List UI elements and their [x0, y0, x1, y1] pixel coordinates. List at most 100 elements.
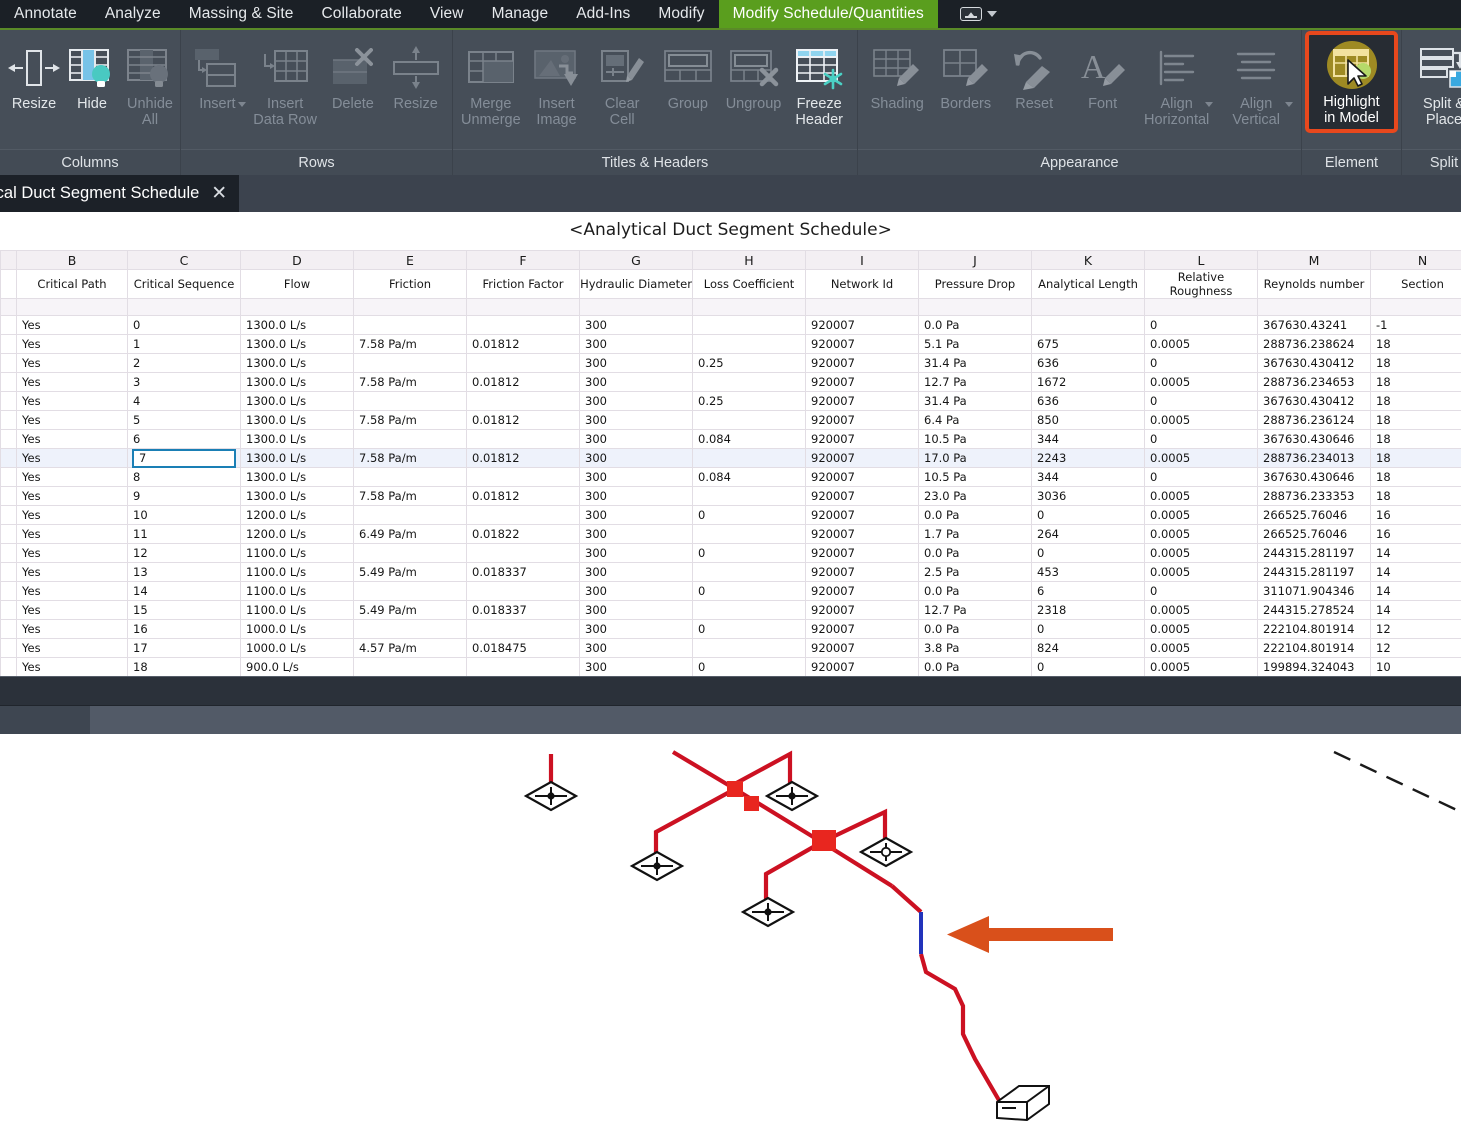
table-cell[interactable]: Yes: [16, 391, 128, 411]
active-cell-editor[interactable]: 7: [132, 448, 236, 468]
table-cell[interactable]: 2243: [1031, 448, 1145, 468]
table-cell[interactable]: [353, 315, 467, 335]
table-cell[interactable]: [0, 657, 17, 676]
table-cell[interactable]: 367630.430646: [1257, 429, 1371, 449]
table-cell[interactable]: Yes: [16, 638, 128, 658]
table-cell[interactable]: 0.018337: [466, 600, 580, 620]
table-cell[interactable]: 10: [127, 505, 241, 525]
table-cell[interactable]: [0, 600, 17, 620]
table-cell[interactable]: 17.0 Pa: [918, 448, 1032, 468]
table-cell[interactable]: 222104.801914: [1257, 638, 1371, 658]
close-icon[interactable]: ✕: [211, 184, 227, 203]
table-cell[interactable]: 920007: [805, 467, 919, 487]
table-cell[interactable]: [692, 448, 806, 468]
column-letter-a-clipped[interactable]: [0, 250, 17, 270]
table-cell[interactable]: 300: [579, 562, 693, 582]
column-letter-l[interactable]: L: [1144, 250, 1258, 270]
table-cell[interactable]: [692, 334, 806, 354]
table-cell[interactable]: 11: [127, 524, 241, 544]
table-cell[interactable]: [0, 391, 17, 411]
table-cell[interactable]: 344: [1031, 429, 1145, 449]
table-cell[interactable]: 18: [1370, 429, 1461, 449]
table-cell[interactable]: 300: [579, 372, 693, 392]
table-cell[interactable]: 18: [127, 657, 241, 676]
table-cell[interactable]: 920007: [805, 600, 919, 620]
table-cell[interactable]: 1300.0 L/s: [240, 467, 354, 487]
table-cell[interactable]: 0.0005: [1144, 543, 1258, 563]
table-cell[interactable]: 31.4 Pa: [918, 391, 1032, 411]
column-header-friction-factor[interactable]: Friction Factor: [466, 269, 580, 299]
column-letter-h[interactable]: H: [692, 250, 806, 270]
table-cell[interactable]: 920007: [805, 410, 919, 430]
column-letter-f[interactable]: F: [466, 250, 580, 270]
column-letter-b[interactable]: B: [16, 250, 128, 270]
column-header-flow[interactable]: Flow: [240, 269, 354, 299]
table-cell[interactable]: Yes: [16, 372, 128, 392]
table-cell[interactable]: 0: [127, 315, 241, 335]
table-cell[interactable]: 12.7 Pa: [918, 372, 1032, 392]
table-cell[interactable]: 0: [692, 657, 806, 676]
table-cell[interactable]: 1200.0 L/s: [240, 505, 354, 525]
table-cell[interactable]: 300: [579, 581, 693, 601]
table-cell[interactable]: 18: [1370, 467, 1461, 487]
table-cell[interactable]: 300: [579, 486, 693, 506]
column-letter-j[interactable]: J: [918, 250, 1032, 270]
table-cell[interactable]: [353, 543, 467, 563]
column-letter-k[interactable]: K: [1031, 250, 1145, 270]
table-cell[interactable]: [466, 505, 580, 525]
table-cell[interactable]: Yes: [16, 581, 128, 601]
split-and-place-button[interactable]: Split & Place: [1408, 36, 1461, 132]
table-row[interactable]: Yes 3 1300.0 L/s 7.58 Pa/m 0.01812 300 920007 1…: [0, 372, 1461, 392]
table-cell[interactable]: [353, 657, 467, 676]
table-cell[interactable]: 920007: [805, 372, 919, 392]
table-cell[interactable]: [0, 372, 17, 392]
table-cell[interactable]: 1300.0 L/s: [240, 391, 354, 411]
table-cell[interactable]: 300: [579, 619, 693, 639]
table-cell[interactable]: 0.0005: [1144, 486, 1258, 506]
table-row[interactable]: Yes 1 1300.0 L/s 7.58 Pa/m 0.01812 300 920007 5…: [0, 334, 1461, 354]
table-cell[interactable]: Yes: [16, 334, 128, 354]
table-cell[interactable]: 5: [127, 410, 241, 430]
table-cell[interactable]: 0.0005: [1144, 334, 1258, 354]
table-cell[interactable]: [0, 638, 17, 658]
table-cell[interactable]: 18: [1370, 353, 1461, 373]
duct-network-3d-view[interactable]: [0, 734, 1461, 1121]
table-cell[interactable]: Yes: [16, 315, 128, 335]
table-cell[interactable]: 7: [127, 448, 241, 468]
table-cell[interactable]: 1300.0 L/s: [240, 448, 354, 468]
table-row[interactable]: Yes 17 1000.0 L/s 4.57 Pa/m 0.018475 300 92000…: [0, 638, 1461, 658]
table-cell[interactable]: 0: [1144, 581, 1258, 601]
table-cell[interactable]: [0, 353, 17, 373]
tab-massing-and-site[interactable]: Massing & Site: [175, 0, 308, 28]
table-cell[interactable]: 0: [1031, 505, 1145, 525]
table-cell[interactable]: 199894.324043: [1257, 657, 1371, 676]
table-cell[interactable]: [0, 619, 17, 639]
table-cell[interactable]: 367630.43241: [1257, 315, 1371, 335]
column-header-analytical-length[interactable]: Analytical Length: [1031, 269, 1145, 299]
table-cell[interactable]: 675: [1031, 334, 1145, 354]
table-cell[interactable]: 0.0005: [1144, 638, 1258, 658]
table-cell[interactable]: 1300.0 L/s: [240, 353, 354, 373]
table-cell[interactable]: [353, 429, 467, 449]
table-cell[interactable]: 300: [579, 467, 693, 487]
table-cell[interactable]: [353, 505, 467, 525]
tab-annotate[interactable]: Annotate: [0, 0, 91, 28]
table-cell[interactable]: 0.084: [692, 429, 806, 449]
table-cell[interactable]: 6: [127, 429, 241, 449]
table-cell[interactable]: 300: [579, 429, 693, 449]
table-cell[interactable]: 1200.0 L/s: [240, 524, 354, 544]
table-cell[interactable]: 288736.234653: [1257, 372, 1371, 392]
table-cell[interactable]: 0.084: [692, 467, 806, 487]
table-cell[interactable]: [466, 467, 580, 487]
table-cell[interactable]: 15: [127, 600, 241, 620]
table-cell[interactable]: 244315.278524: [1257, 600, 1371, 620]
column-header-clipped[interactable]: [0, 269, 17, 299]
table-cell[interactable]: 300: [579, 410, 693, 430]
table-cell[interactable]: 920007: [805, 353, 919, 373]
table-cell[interactable]: 300: [579, 353, 693, 373]
table-cell[interactable]: 16: [1370, 524, 1461, 544]
table-cell[interactable]: 300: [579, 524, 693, 544]
table-cell[interactable]: [0, 505, 17, 525]
table-cell[interactable]: 17: [127, 638, 241, 658]
table-cell[interactable]: 0.0 Pa: [918, 619, 1032, 639]
